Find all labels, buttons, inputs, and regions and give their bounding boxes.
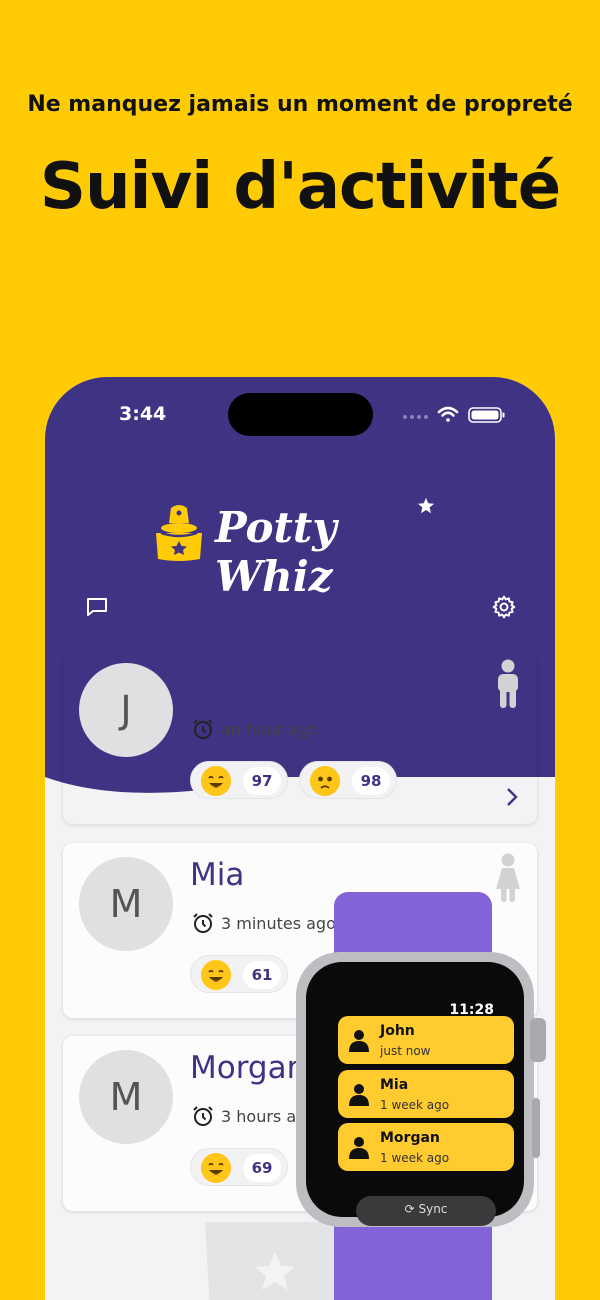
promo-tagline: Ne manquez jamais un moment de propreté — [27, 92, 573, 117]
chat-icon — [87, 598, 107, 616]
person-icon — [349, 1084, 369, 1106]
watch-child-time: 1 week ago — [380, 1098, 450, 1112]
sync-label: Sync — [418, 1202, 448, 1216]
child-name: Morgan — [190, 1050, 307, 1086]
boy-icon — [498, 659, 518, 708]
happy-count-pill: 69 — [190, 1148, 288, 1186]
app-name: Potty Whiz — [215, 503, 337, 601]
child-name: Mia — [190, 857, 245, 893]
happy-count-pill: 97 — [190, 761, 288, 799]
avatar: M — [79, 1050, 173, 1144]
sad-count: 98 — [352, 767, 390, 795]
alarm-clock-icon — [193, 719, 213, 739]
watch-band-bottom — [334, 1217, 492, 1300]
potty-logo-icon — [156, 505, 202, 561]
watch-child-row[interactable]: Morgan 1 week ago — [338, 1123, 514, 1171]
alarm-clock-icon — [193, 913, 213, 933]
status-icons — [403, 406, 505, 423]
app-logo: Potty Whiz — [145, 495, 465, 601]
happy-count: 61 — [243, 961, 281, 989]
watch-child-row[interactable]: John just now — [338, 1016, 514, 1064]
happy-count: 69 — [243, 1154, 281, 1182]
chevron-right-icon[interactable] — [505, 787, 519, 807]
settings-button[interactable] — [491, 594, 517, 620]
child-name: John — [190, 663, 258, 699]
alarm-clock-icon — [193, 1106, 213, 1126]
watch-crown — [530, 1018, 546, 1062]
smartwatch-mockup: 11:28 John just now Mia 1 week ago Morga… — [296, 892, 550, 1300]
watch-screen: 11:28 John just now Mia 1 week ago Morga… — [306, 962, 524, 1226]
wifi-icon — [437, 406, 459, 422]
sad-count-pill: 98 — [299, 761, 397, 799]
status-bar-time: 3:44 — [119, 403, 167, 425]
person-icon — [349, 1137, 369, 1159]
avatar: M — [79, 857, 173, 951]
happy-face-icon — [201, 766, 231, 796]
avatar: J — [79, 663, 173, 757]
last-activity: an hour ago — [221, 720, 318, 739]
battery-icon — [468, 407, 505, 423]
dynamic-island — [228, 393, 373, 436]
happy-face-icon — [201, 1153, 231, 1183]
watch-child-time: 1 week ago — [380, 1151, 450, 1165]
watch-child-name: Mia — [380, 1077, 409, 1093]
star-icon — [417, 497, 435, 514]
gear-icon — [492, 595, 516, 619]
watch-child-row[interactable]: Mia 1 week ago — [338, 1070, 514, 1118]
happy-count: 97 — [243, 767, 281, 795]
watch-child-name: John — [380, 1023, 415, 1039]
sad-face-icon — [310, 766, 340, 796]
promo-headline: Suivi d'activité — [39, 150, 561, 224]
signal-icon — [403, 415, 428, 419]
watch-child-name: Morgan — [380, 1130, 440, 1146]
sync-icon: ⟳ — [404, 1202, 419, 1216]
messages-button[interactable] — [85, 595, 109, 619]
watch-case: 11:28 John just now Mia 1 week ago Morga… — [296, 952, 534, 1227]
person-icon — [349, 1030, 369, 1052]
watch-side-button — [532, 1098, 540, 1158]
watch-child-time: just now — [380, 1044, 431, 1058]
happy-count-pill: 61 — [190, 955, 288, 993]
child-card-john[interactable]: J John an hour ago 97 98 — [63, 649, 537, 824]
happy-face-icon — [201, 960, 231, 990]
watch-sync-button[interactable]: ⟳ Sync — [356, 1196, 496, 1226]
